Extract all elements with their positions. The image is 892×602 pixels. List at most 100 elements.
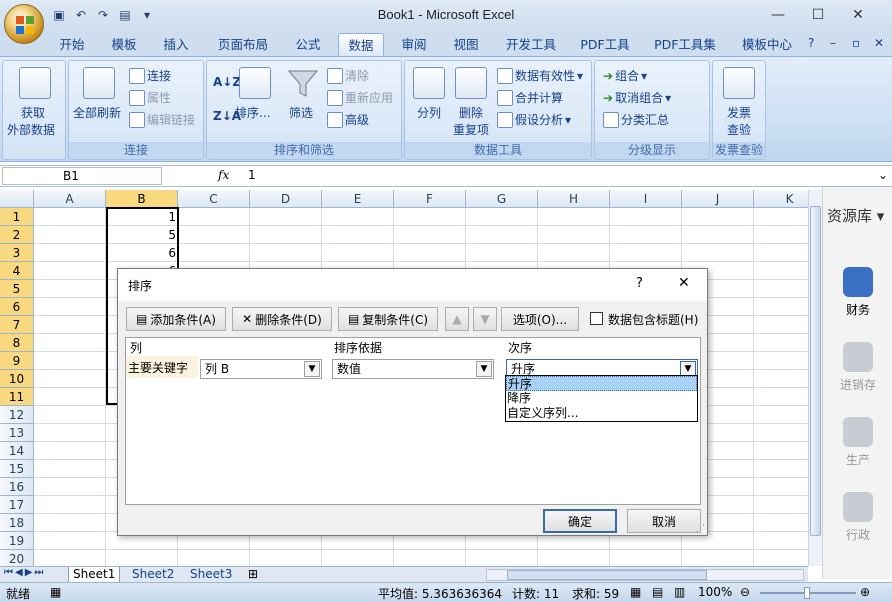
column-header-g[interactable]: G bbox=[466, 190, 538, 208]
ribbon-restore-icon[interactable]: ▫ bbox=[852, 36, 860, 50]
workbook-close-icon[interactable]: ✕ bbox=[874, 36, 884, 50]
help-icon[interactable]: ? bbox=[808, 36, 814, 50]
column-header-a[interactable]: A bbox=[34, 190, 106, 208]
sheet-nav-arrows-icon[interactable]: ⏮◀▶⏭ bbox=[4, 567, 45, 578]
column-header-k[interactable]: K bbox=[754, 190, 808, 208]
ungroup-button[interactable]: ➔ 取消组合 ▾ bbox=[603, 89, 671, 106]
options-button[interactable]: 选项(O)... bbox=[501, 307, 579, 331]
vertical-scroll-thumb[interactable] bbox=[810, 206, 821, 536]
page-layout-view-icon[interactable]: ▤ bbox=[652, 585, 663, 599]
text-to-columns-button[interactable]: 分列 bbox=[417, 104, 441, 121]
column-header-h[interactable]: H bbox=[538, 190, 610, 208]
vertical-scrollbar[interactable] bbox=[808, 190, 822, 566]
tab-templates[interactable]: 模板 bbox=[104, 33, 144, 56]
tab-template-center[interactable]: 模板中心 bbox=[734, 33, 800, 56]
row-header[interactable]: 9 bbox=[0, 352, 34, 370]
row-header[interactable]: 14 bbox=[0, 442, 34, 460]
column-header-d[interactable]: D bbox=[250, 190, 322, 208]
minimize-button[interactable]: — bbox=[758, 4, 798, 26]
tab-developer[interactable]: 开发工具 bbox=[498, 33, 564, 56]
get-external-data-label1[interactable]: 获取 bbox=[21, 104, 45, 121]
get-external-data-label2[interactable]: 外部数据 bbox=[7, 121, 55, 138]
row-header[interactable]: 15 bbox=[0, 460, 34, 478]
ok-button[interactable]: 确定 bbox=[543, 509, 617, 533]
tab-home[interactable]: 开始 bbox=[52, 33, 92, 56]
has-header-checkbox[interactable] bbox=[590, 312, 603, 325]
macro-record-icon[interactable]: ▦ bbox=[50, 585, 61, 599]
what-if-button[interactable]: 假设分析 ▾ bbox=[497, 111, 571, 128]
column-header-f[interactable]: F bbox=[394, 190, 466, 208]
row-header[interactable]: 3 bbox=[0, 244, 34, 262]
normal-view-icon[interactable]: ▦ bbox=[630, 585, 641, 599]
zoom-in-icon[interactable]: ⊕ bbox=[860, 585, 870, 599]
column-select[interactable]: 列 B ▼ bbox=[200, 359, 322, 379]
zoom-slider-handle[interactable] bbox=[804, 587, 810, 599]
resource-panel-title[interactable]: 资源库 ▾ bbox=[827, 205, 884, 226]
insert-sheet-icon[interactable]: ⊞ bbox=[248, 567, 258, 581]
properties-button[interactable]: 属性 bbox=[129, 89, 171, 106]
zoom-out-icon[interactable]: ⊖ bbox=[740, 585, 750, 599]
zoom-level[interactable]: 100% bbox=[698, 585, 732, 599]
sheet-tab-2[interactable]: Sheet2 bbox=[128, 567, 178, 583]
filter-button[interactable]: 筛选 bbox=[289, 104, 313, 121]
refresh-all-button[interactable]: 全部刷新 bbox=[73, 104, 121, 121]
row-header[interactable]: 19 bbox=[0, 532, 34, 550]
row-header[interactable]: 12 bbox=[0, 406, 34, 424]
data-validation-button[interactable]: 数据有效性 ▾ bbox=[497, 67, 583, 84]
dialog-close-button[interactable]: ✕ bbox=[678, 275, 690, 291]
close-button[interactable]: ✕ bbox=[838, 4, 878, 26]
sort-button[interactable]: 排序... bbox=[235, 104, 270, 121]
page-break-view-icon[interactable]: ▥ bbox=[674, 585, 685, 599]
tab-pdf-tools[interactable]: PDF工具 bbox=[572, 33, 638, 56]
copy-level-button[interactable]: ▤ 复制条件(C) bbox=[338, 307, 438, 331]
formula-input[interactable]: 1 bbox=[248, 168, 256, 182]
tab-insert[interactable]: 插入 bbox=[156, 33, 196, 56]
row-header[interactable]: 20 bbox=[0, 550, 34, 566]
row-header[interactable]: 16 bbox=[0, 478, 34, 496]
row-header[interactable]: 5 bbox=[0, 280, 34, 298]
row-header[interactable]: 8 bbox=[0, 334, 34, 352]
invoice-check-label1[interactable]: 发票 bbox=[727, 104, 751, 121]
tab-data[interactable]: 数据 bbox=[338, 33, 384, 56]
row-header[interactable]: 18 bbox=[0, 514, 34, 532]
row-header[interactable]: 7 bbox=[0, 316, 34, 334]
clear-button[interactable]: 清除 bbox=[327, 67, 369, 84]
order-option-descending[interactable]: 降序 bbox=[506, 391, 697, 406]
tab-view[interactable]: 视图 bbox=[446, 33, 486, 56]
expand-formula-icon[interactable]: ⌄ bbox=[878, 168, 888, 182]
connections-button[interactable]: 连接 bbox=[129, 67, 171, 84]
reapply-button[interactable]: 重新应用 bbox=[327, 89, 393, 106]
ribbon-minimize-icon[interactable]: – bbox=[830, 36, 836, 50]
tab-formulas[interactable]: 公式 bbox=[288, 33, 328, 56]
add-level-button[interactable]: ▤ 添加条件(A) bbox=[126, 307, 226, 331]
tab-review[interactable]: 审阅 bbox=[394, 33, 434, 56]
row-header[interactable]: 1 bbox=[0, 208, 34, 226]
remove-duplicates-label2[interactable]: 重复项 bbox=[453, 121, 489, 138]
row-header[interactable]: 6 bbox=[0, 298, 34, 316]
move-up-button[interactable]: ▲ bbox=[445, 307, 469, 331]
fx-icon[interactable]: fx bbox=[218, 168, 229, 182]
horizontal-scroll-thumb[interactable] bbox=[507, 570, 707, 580]
sheet-tab-3[interactable]: Sheet3 bbox=[186, 567, 236, 583]
consolidate-button[interactable]: 合并计算 bbox=[497, 89, 563, 106]
column-header-b[interactable]: B bbox=[106, 190, 178, 208]
office-button[interactable] bbox=[4, 4, 44, 44]
resource-finance[interactable]: 财务 bbox=[823, 267, 892, 318]
select-all-corner[interactable] bbox=[0, 190, 34, 208]
advanced-filter-button[interactable]: 高级 bbox=[327, 111, 369, 128]
tab-page-layout[interactable]: 页面布局 bbox=[210, 33, 276, 56]
remove-duplicates-button[interactable]: 删除 bbox=[459, 104, 483, 121]
order-option-ascending[interactable]: 升序 bbox=[506, 376, 697, 391]
order-option-custom-list[interactable]: 自定义序列... bbox=[506, 406, 697, 421]
column-header-e[interactable]: E bbox=[322, 190, 394, 208]
move-down-button[interactable]: ▼ bbox=[473, 307, 497, 331]
resize-grip-icon[interactable]: ⋰ bbox=[696, 524, 705, 534]
column-header-c[interactable]: C bbox=[178, 190, 250, 208]
maximize-button[interactable]: ☐ bbox=[798, 4, 838, 26]
subtotal-button[interactable]: 分类汇总 bbox=[603, 111, 669, 128]
chevron-down-icon[interactable]: ▼ bbox=[476, 361, 492, 377]
horizontal-scrollbar[interactable] bbox=[486, 569, 804, 581]
sort-az-icon[interactable]: A↓Z bbox=[213, 75, 241, 89]
column-header-j[interactable]: J bbox=[682, 190, 754, 208]
column-header-i[interactable]: I bbox=[610, 190, 682, 208]
